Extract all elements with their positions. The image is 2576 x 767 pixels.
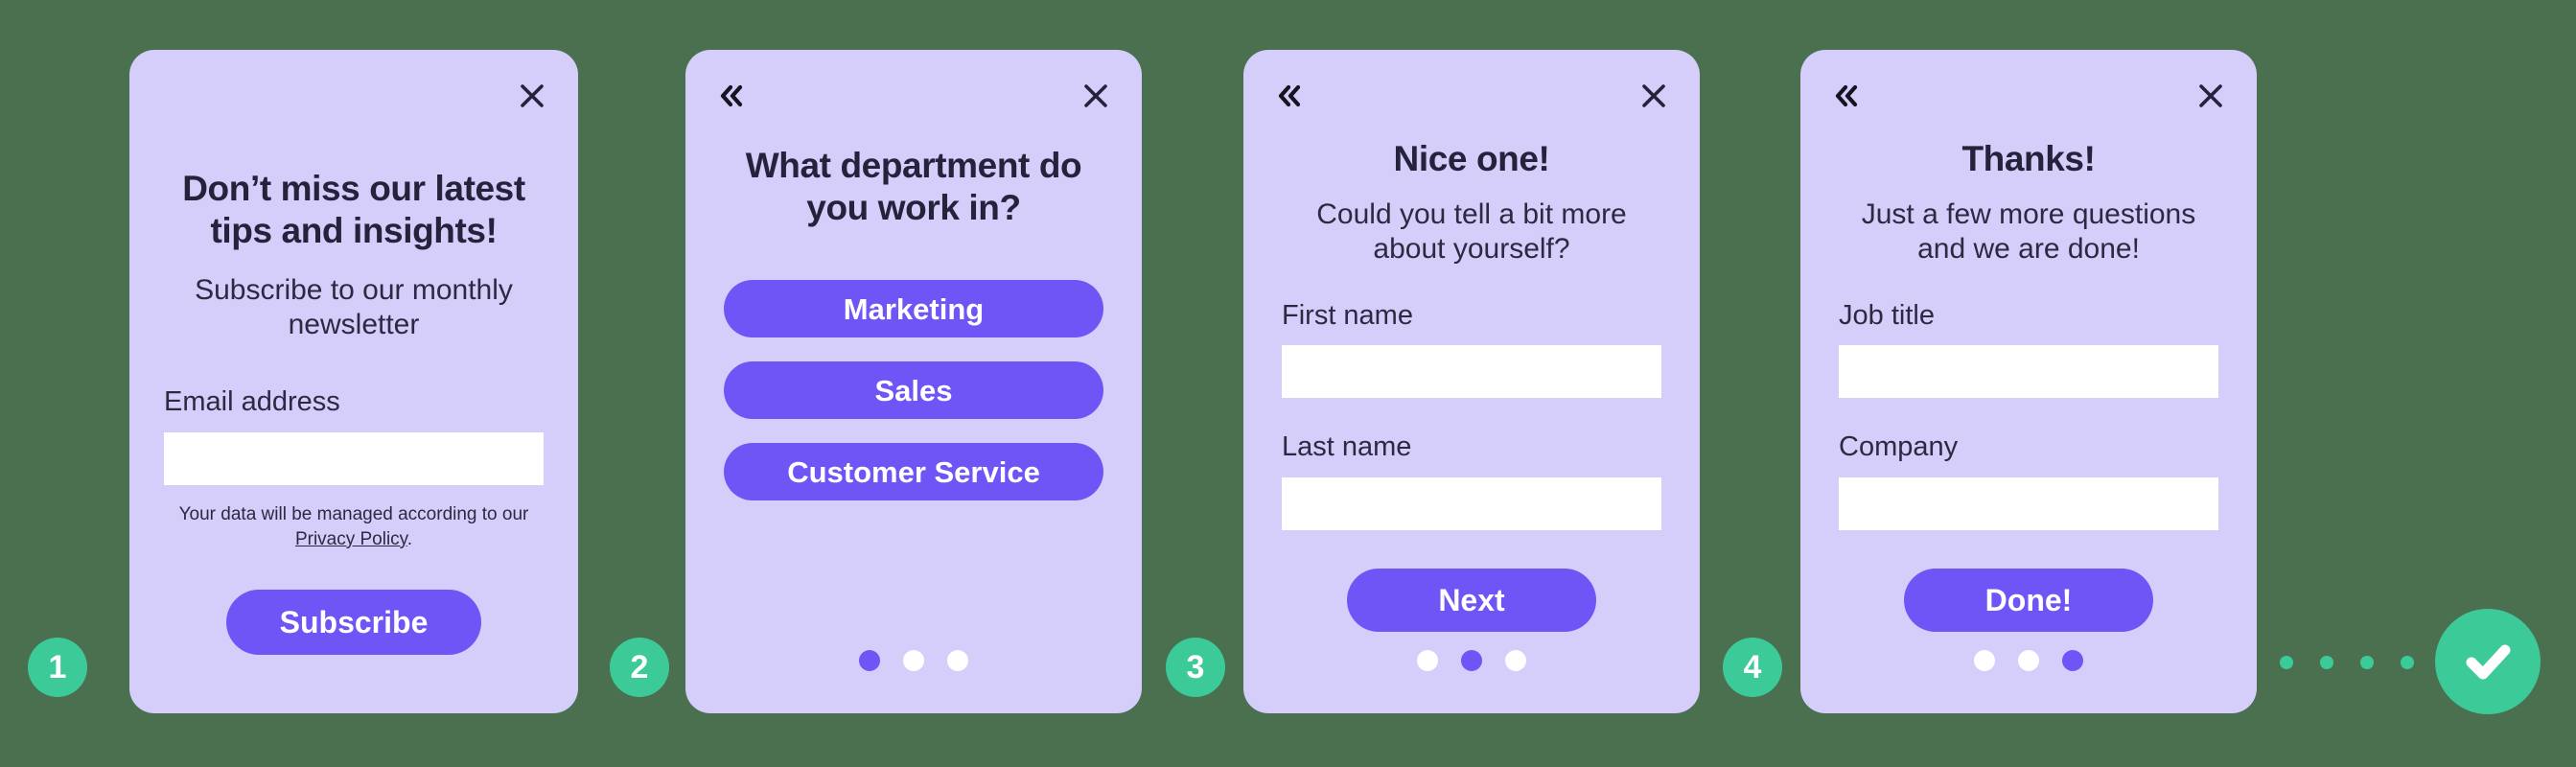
card-4-header	[1800, 50, 2257, 125]
flow-dot-2	[2320, 656, 2333, 669]
card-1-header	[129, 50, 578, 125]
last-name-field[interactable]	[1282, 477, 1661, 531]
next-button[interactable]: Next	[1347, 569, 1596, 633]
card-3-body: Nice one! Could you tell a bit more abou…	[1243, 138, 1700, 633]
card-name-question: Nice one! Could you tell a bit more abou…	[1243, 50, 1700, 713]
step-badge-4: 4	[1723, 638, 1782, 697]
double-chevron-left-icon[interactable]	[1268, 75, 1311, 117]
step-badge-1-label: 1	[48, 649, 67, 686]
pagination-dot-2[interactable]	[903, 650, 924, 671]
pagination-dots	[685, 650, 1142, 671]
done-button[interactable]: Done!	[1904, 569, 2153, 633]
double-chevron-left-icon[interactable]	[710, 75, 753, 117]
department-options: Marketing Sales Customer Service	[724, 280, 1103, 501]
flow-canvas: 1 2 3 4 Don’t miss our latest tips and i…	[0, 0, 2576, 767]
company-field[interactable]	[1839, 477, 2218, 531]
success-check-badge	[2435, 609, 2541, 714]
email-field-label: Email address	[164, 386, 340, 418]
pagination-dot-1[interactable]	[1974, 650, 1995, 671]
card-1-body: Don’t miss our latest tips and insights!…	[129, 168, 578, 656]
card-2-header	[685, 50, 1142, 125]
pagination-dot-1[interactable]	[859, 650, 880, 671]
card-newsletter-signup: Don’t miss our latest tips and insights!…	[129, 50, 578, 713]
step-badge-4-label: 4	[1743, 649, 1762, 686]
privacy-note: Your data will be managed according to o…	[164, 502, 544, 551]
flow-dot-1	[2280, 656, 2293, 669]
email-field[interactable]	[164, 432, 544, 486]
close-icon[interactable]	[511, 75, 553, 117]
pagination-dots	[1800, 650, 2257, 671]
pagination-dot-3[interactable]	[2062, 650, 2083, 671]
check-icon	[2466, 644, 2511, 680]
job-title-field-label: Job title	[1839, 299, 1935, 331]
card-department-question: What department do you work in? Marketin…	[685, 50, 1142, 713]
page-title: Don’t miss our latest tips and insights!	[182, 169, 525, 250]
pagination-dot-3[interactable]	[1505, 650, 1526, 671]
option-marketing[interactable]: Marketing	[724, 280, 1103, 338]
company-field-label: Company	[1839, 431, 1959, 463]
pagination-dot-2[interactable]	[1461, 650, 1482, 671]
first-name-field-label: First name	[1282, 299, 1413, 331]
close-icon[interactable]	[1075, 75, 1117, 117]
flow-dot-4	[2401, 656, 2414, 669]
pagination-dots	[1243, 650, 1700, 671]
flow-dot-3	[2360, 656, 2374, 669]
page-title: What department do you work in?	[745, 146, 1082, 227]
card-2-body: What department do you work in? Marketin…	[685, 145, 1142, 501]
option-sales[interactable]: Sales	[724, 361, 1103, 420]
double-chevron-left-icon[interactable]	[1825, 75, 1868, 117]
close-icon[interactable]	[1633, 75, 1675, 117]
job-title-field[interactable]	[1839, 345, 2218, 399]
privacy-policy-link[interactable]: Privacy Policy	[295, 529, 407, 549]
close-icon[interactable]	[2190, 75, 2232, 117]
flow-continuation-dots	[2280, 656, 2414, 669]
option-customer-service[interactable]: Customer Service	[724, 443, 1103, 501]
step-badge-2: 2	[610, 638, 669, 697]
page-subtitle: Just a few more questions and we are don…	[1861, 198, 2196, 265]
privacy-note-prefix: Your data will be managed according to o…	[178, 504, 529, 525]
pagination-dot-2[interactable]	[2018, 650, 2039, 671]
last-name-field-label: Last name	[1282, 431, 1412, 463]
card-3-header	[1243, 50, 1700, 125]
step-badge-3: 3	[1166, 638, 1225, 697]
first-name-field[interactable]	[1282, 345, 1661, 399]
pagination-dot-3[interactable]	[947, 650, 968, 671]
pagination-dot-1[interactable]	[1417, 650, 1438, 671]
page-title: Thanks!	[1961, 139, 2096, 178]
card-job-question: Thanks! Just a few more questions and we…	[1800, 50, 2257, 713]
step-badge-3-label: 3	[1186, 649, 1205, 686]
privacy-note-suffix: .	[406, 528, 413, 549]
page-subtitle: Subscribe to our monthly newsletter	[195, 274, 513, 341]
page-title: Nice one!	[1393, 139, 1550, 178]
step-badge-1: 1	[28, 638, 87, 697]
subscribe-button[interactable]: Subscribe	[226, 590, 481, 656]
page-subtitle: Could you tell a bit more about yourself…	[1316, 198, 1627, 265]
card-4-body: Thanks! Just a few more questions and we…	[1800, 138, 2257, 633]
step-badge-2-label: 2	[630, 649, 649, 686]
